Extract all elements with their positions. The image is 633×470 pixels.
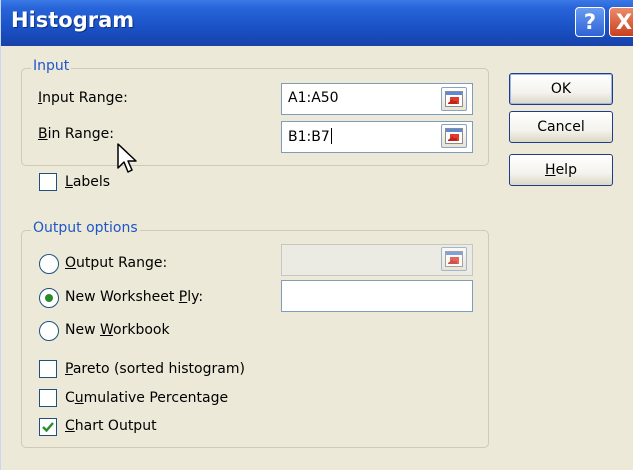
- mouse-pointer-icon: [117, 143, 137, 173]
- chart-output-label: Chart Output: [65, 418, 157, 434]
- input-range-collapse-button[interactable]: [441, 87, 467, 111]
- help-button[interactable]: Help: [509, 154, 613, 186]
- output-range-radio[interactable]: [39, 254, 59, 274]
- checkmark-icon: [42, 422, 54, 433]
- collapse-dialog-icon: [445, 251, 463, 267]
- labels-checkbox-label: Labels: [65, 174, 111, 190]
- cumulative-percentage-checkbox[interactable]: [39, 389, 57, 407]
- output-range-label: Output Range:: [65, 255, 168, 271]
- title-help-button[interactable]: ?: [575, 7, 605, 37]
- new-workbook-radio[interactable]: [39, 321, 59, 341]
- new-workbook-label: New Workbook: [65, 322, 170, 338]
- collapse-dialog-icon: [445, 128, 463, 144]
- dialog-title: Histogram: [11, 8, 135, 32]
- radio-selected-dot: [45, 294, 53, 302]
- new-worksheet-radio[interactable]: [39, 288, 59, 308]
- bin-range-label: Bin Range:: [38, 126, 114, 142]
- histogram-dialog: Histogram ? X Input Input Range: A1:A50 …: [0, 0, 633, 470]
- text-caret: [330, 128, 332, 144]
- pareto-checkbox[interactable]: [39, 360, 57, 378]
- title-bar[interactable]: Histogram ? X: [1, 0, 633, 46]
- input-group-title: Input: [31, 58, 72, 74]
- bin-range-collapse-button[interactable]: [441, 124, 467, 148]
- cancel-button[interactable]: Cancel: [509, 111, 613, 143]
- close-button[interactable]: X: [609, 7, 633, 37]
- ok-button[interactable]: OK: [509, 73, 613, 105]
- new-worksheet-field[interactable]: [281, 280, 473, 312]
- cumulative-percentage-label: Cumulative Percentage: [65, 390, 229, 406]
- chart-output-checkbox[interactable]: [39, 418, 57, 436]
- pareto-label: Pareto (sorted histogram): [65, 361, 245, 377]
- collapse-dialog-icon: [445, 91, 463, 107]
- input-range-label: Input Range:: [38, 90, 128, 106]
- labels-checkbox[interactable]: [39, 173, 57, 191]
- new-worksheet-label: New Worksheet Ply:: [65, 289, 204, 305]
- output-range-collapse-button[interactable]: [441, 247, 467, 271]
- output-options-title: Output options: [31, 220, 140, 236]
